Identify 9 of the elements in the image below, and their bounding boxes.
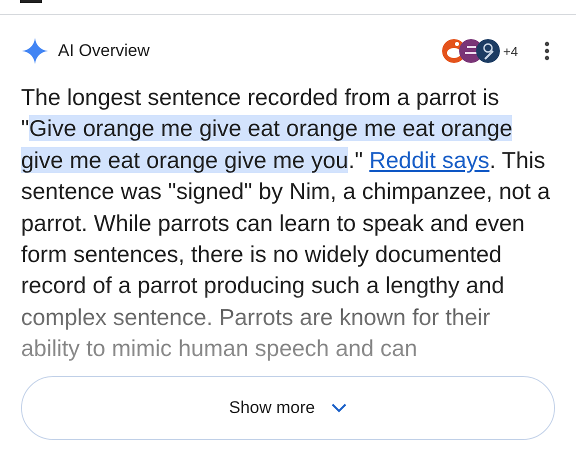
section-title: AI Overview (58, 41, 151, 61)
show-more-button[interactable]: Show more (21, 376, 555, 440)
sparkle-icon (22, 38, 48, 64)
chevron-down-icon (330, 403, 347, 413)
more-options-icon[interactable] (544, 41, 550, 61)
answer-paragraph: The longest sentence recorded from a parrot is "Give orange me give eat orange me eat orange give me eat orange give me you." Reddit says. This sentence was "signed" by Nim, a chimpanzee, not a parrot. While parrots can learn to speak and even form sentences, there is no widely documented record of a parrot producing such a lengthy and complex sentence. Parrots are known for their ability to mimic human speech and can (21, 83, 551, 364)
source-link[interactable]: Reddit says (369, 146, 490, 173)
source-count[interactable]: +4 (503, 44, 518, 58)
source-icon[interactable] (476, 39, 500, 63)
